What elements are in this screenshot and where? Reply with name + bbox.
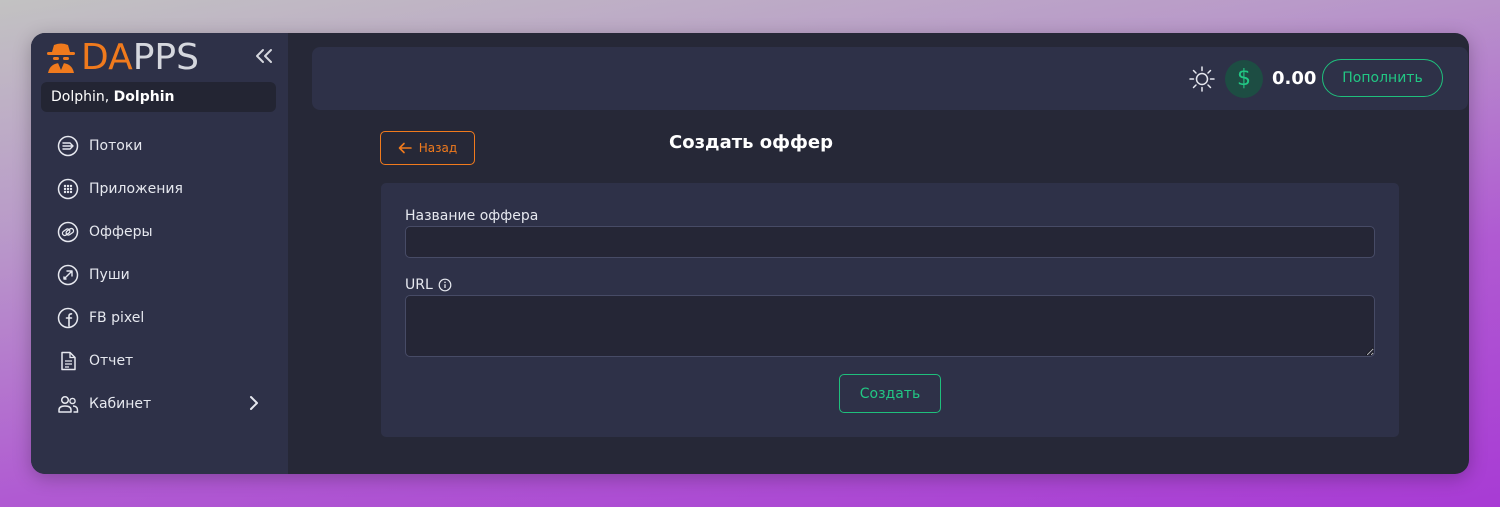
collapse-sidebar-button[interactable]	[253, 45, 275, 67]
balance-amount: 0.00	[1272, 68, 1317, 89]
sidebar-item-push[interactable]: Пуши	[31, 253, 288, 296]
push-rocket-icon	[56, 263, 80, 287]
sidebar-item-report[interactable]: Отчет	[31, 339, 288, 382]
url-textarea[interactable]	[405, 295, 1375, 357]
report-document-icon	[56, 349, 80, 373]
user-first-name: Dolphin,	[51, 89, 110, 105]
info-icon[interactable]	[438, 278, 452, 292]
app-window: DAPPS Dolphin, Dolphin Потоки Приложения…	[31, 33, 1469, 474]
theme-toggle-button[interactable]	[1188, 65, 1216, 93]
flow-arrow-icon	[56, 134, 80, 158]
sidebar-item-label: Приложения	[89, 180, 183, 197]
page-title: Создать оффер	[669, 132, 833, 153]
facebook-icon	[56, 306, 80, 330]
chevron-right-icon	[250, 396, 258, 410]
sidebar-item-fb-pixel[interactable]: FB pixel	[31, 296, 288, 339]
sidebar-nav: Потоки Приложения Офферы Пуши FB pixel О…	[31, 124, 288, 425]
back-button-label: Назад	[418, 141, 458, 155]
sidebar-item-cabinet[interactable]: Кабинет	[31, 382, 288, 425]
brand-part-pps: PPS	[132, 37, 199, 78]
offer-name-label: Название оффера	[405, 208, 539, 224]
sun-icon	[1189, 66, 1215, 92]
sidebar-item-label: Пуши	[89, 266, 130, 283]
sidebar-item-label: Потоки	[89, 137, 143, 154]
user-second-name: Dolphin	[113, 89, 175, 105]
top-bar: $ 0.00 Пополнить	[312, 47, 1468, 110]
link-icon	[56, 220, 80, 244]
balance-currency-badge: $	[1225, 60, 1263, 98]
sidebar-item-offers[interactable]: Офферы	[31, 210, 288, 253]
create-offer-form: Название оффера URL Создать	[381, 183, 1399, 437]
account-switcher[interactable]: Dolphin, Dolphin	[41, 82, 276, 112]
apps-grid-icon	[56, 177, 80, 201]
sidebar-item-label: Офферы	[89, 223, 153, 240]
url-label: URL	[405, 277, 433, 293]
back-button[interactable]: Назад	[380, 131, 475, 165]
url-label-row: URL	[405, 276, 452, 294]
sidebar-item-label: Кабинет	[89, 395, 152, 412]
sidebar-item-label: FB pixel	[89, 309, 145, 326]
offer-name-input[interactable]	[405, 226, 1375, 258]
sidebar-item-label: Отчет	[89, 352, 134, 369]
spy-agent-icon	[47, 43, 75, 73]
sidebar: DAPPS Dolphin, Dolphin Потоки Приложения…	[31, 33, 288, 474]
double-chevron-left-icon	[256, 49, 272, 63]
top-up-button[interactable]: Пополнить	[1322, 59, 1443, 97]
users-icon	[56, 392, 80, 416]
brand-logo[interactable]: DAPPS	[43, 39, 199, 77]
arrow-left-icon	[398, 142, 412, 154]
sidebar-item-apps[interactable]: Приложения	[31, 167, 288, 210]
brand-part-da: DA	[81, 37, 133, 78]
sidebar-item-flows[interactable]: Потоки	[31, 124, 288, 167]
create-offer-button[interactable]: Создать	[839, 374, 941, 413]
brand-wordmark: DAPPS	[81, 39, 199, 77]
